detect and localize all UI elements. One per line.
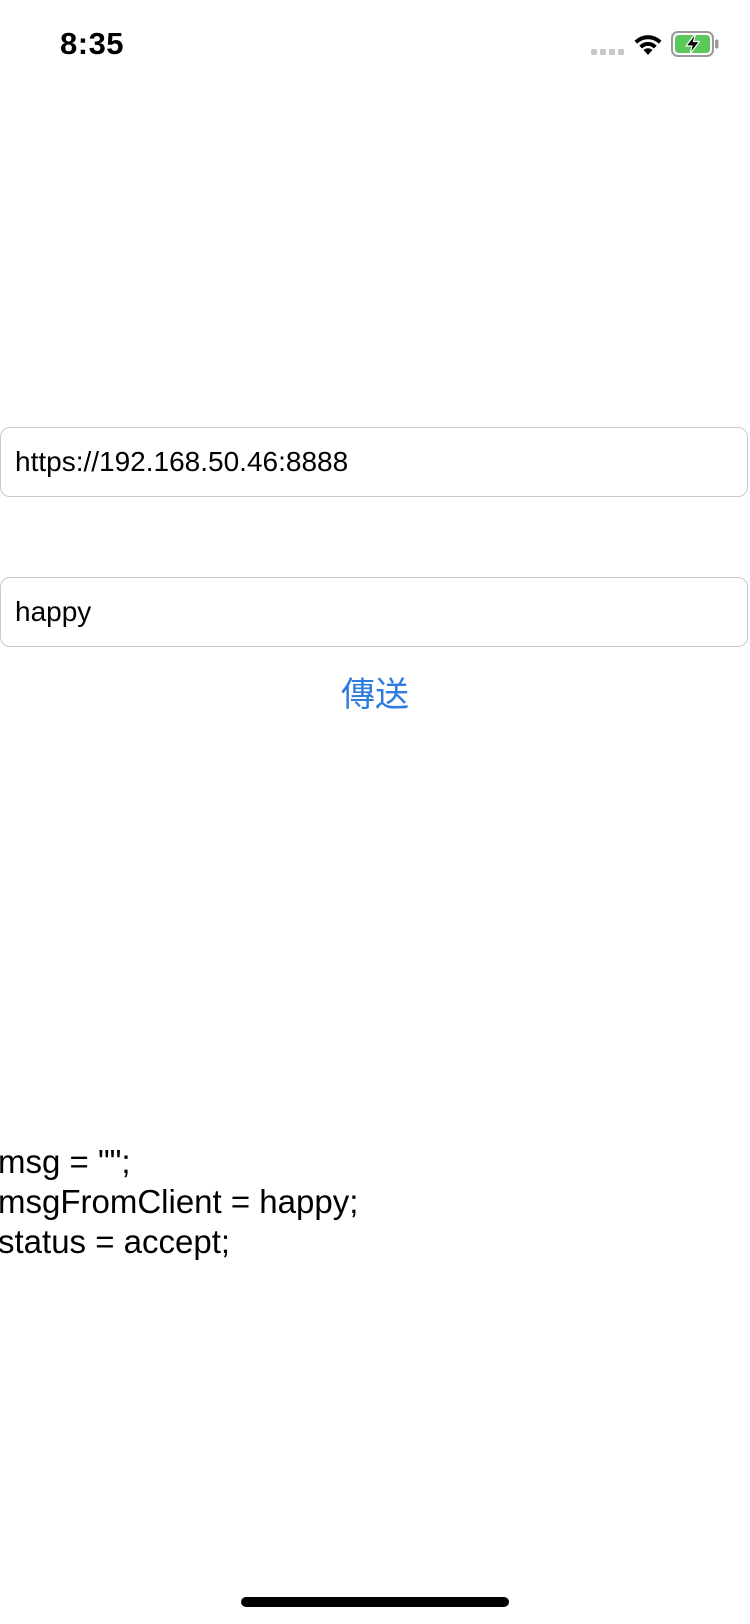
battery-charging-icon — [671, 31, 719, 57]
message-input[interactable] — [0, 577, 748, 647]
log-line-msg-from-client: msgFromClient = happy; — [0, 1183, 359, 1220]
send-button[interactable]: 傳送 — [325, 670, 425, 720]
server-url-input[interactable] — [0, 427, 748, 497]
wifi-icon — [634, 35, 662, 55]
log-line-msg: msg = ""; — [0, 1143, 131, 1180]
status-time: 8:35 — [60, 26, 125, 61]
app-screen: 8:35 傳送 msg = ""; msgFromClient = happy;… — [0, 0, 750, 1624]
response-log: msg = ""; msgFromClient = happy; status … — [0, 1142, 738, 1262]
home-indicator[interactable] — [241, 1597, 509, 1607]
status-bar: 8:35 — [0, 0, 750, 92]
cellular-signal-icon — [591, 49, 624, 55]
log-line-status: status = accept; — [0, 1223, 231, 1260]
